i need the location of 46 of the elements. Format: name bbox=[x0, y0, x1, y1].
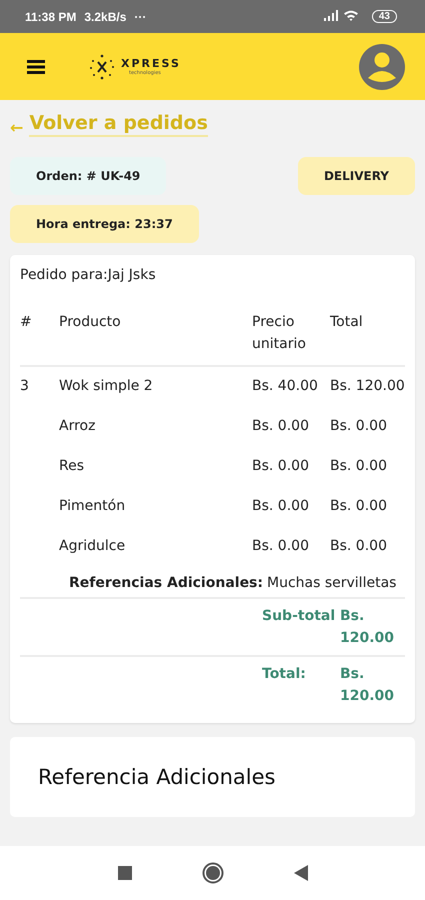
total-cell-text: Bs. 0.00 bbox=[330, 417, 388, 436]
logo-icon bbox=[89, 54, 115, 80]
total-cell-text: Bs. 0.00 bbox=[330, 537, 388, 556]
wifi-icon bbox=[344, 10, 358, 20]
menu-icon[interactable] bbox=[27, 60, 45, 74]
subtotal-label: Sub-total bbox=[262, 607, 336, 626]
price-cell-text: Bs. 0.00 bbox=[252, 497, 310, 516]
price-cell-text: Bs. 0.00 bbox=[252, 537, 310, 556]
back-link[interactable]: Volver a pedidos bbox=[29, 112, 208, 137]
product-cell-text: Wok simple 2 bbox=[59, 377, 154, 396]
more-indicator: ··· bbox=[134, 10, 146, 24]
column-header: Total bbox=[330, 313, 364, 332]
battery-indicator: 43 bbox=[372, 10, 397, 23]
delivery-badge: DELIVERY bbox=[298, 157, 415, 195]
subtotal-value: Bs. 120.00 bbox=[340, 607, 396, 648]
customer-name: Pedido para:Jaj Jsks bbox=[20, 267, 157, 283]
signal-icon bbox=[324, 10, 338, 20]
order-number-badge: Orden: # UK-49 bbox=[10, 157, 166, 195]
product-cell-text: Pimentón bbox=[59, 497, 126, 516]
column-header: # bbox=[20, 313, 33, 332]
section-title: Referencia Adicionales bbox=[38, 765, 276, 789]
total-label: Total: bbox=[262, 665, 307, 684]
column-header: Producto bbox=[59, 313, 122, 332]
total-cell-text: Bs. 0.00 bbox=[330, 497, 388, 516]
back-icon[interactable] bbox=[294, 865, 308, 881]
user-avatar-icon[interactable] bbox=[359, 44, 405, 90]
recent-apps-icon[interactable] bbox=[118, 866, 132, 880]
notes-value: Muchas servilletas bbox=[267, 575, 396, 591]
column-header: Precio unitario bbox=[252, 313, 307, 354]
delivery-time-badge: Hora entrega: 23:37 bbox=[10, 205, 199, 243]
product-cell-text: Agridulce bbox=[59, 537, 126, 556]
logo-name: XPRESS bbox=[121, 57, 181, 70]
total-cell-text: Bs. 0.00 bbox=[330, 457, 388, 476]
price-cell-text: Bs. 0.00 bbox=[252, 417, 310, 436]
total-value: Bs. 120.00 bbox=[340, 665, 396, 706]
price-cell-text: Bs. 0.00 bbox=[252, 457, 310, 476]
home-icon[interactable] bbox=[202, 862, 224, 884]
product-cell-text: Arroz bbox=[59, 417, 96, 436]
clock-time: 11:38 PM bbox=[25, 10, 76, 24]
back-arrow-icon[interactable]: ← bbox=[10, 118, 24, 137]
total-cell-text: Bs. 120.00 bbox=[330, 377, 405, 396]
quantity-cell-text: 3 bbox=[20, 377, 30, 396]
network-speed: 3.2kB/s bbox=[84, 10, 126, 24]
notes-label: Referencias Adicionales: bbox=[69, 575, 263, 591]
price-cell-text: Bs. 40.00 bbox=[252, 377, 319, 396]
product-cell-text: Res bbox=[59, 457, 86, 476]
